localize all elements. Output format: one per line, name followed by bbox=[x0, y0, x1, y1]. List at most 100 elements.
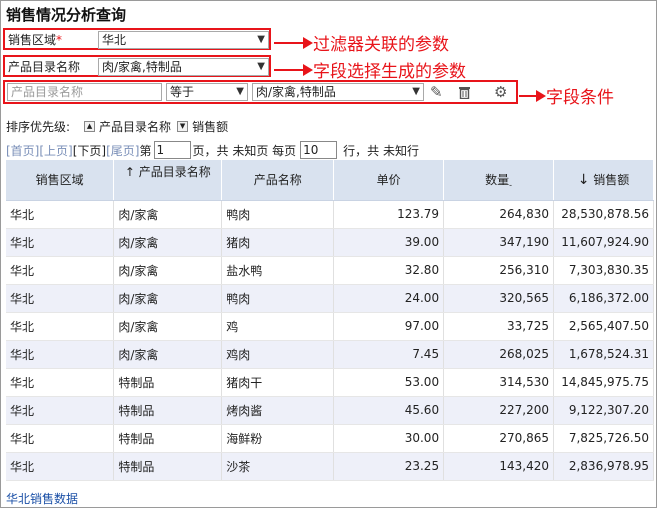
cell-region: 华北 bbox=[6, 256, 115, 285]
cell-region: 华北 bbox=[6, 284, 115, 313]
page-title: 销售情况分析查询 bbox=[6, 6, 127, 24]
cell-category: 特制品 bbox=[113, 424, 223, 453]
column-header-category[interactable]: ↑ 产品目录名称 bbox=[113, 160, 223, 201]
category-filter-row: 产品目录名称 肉/家禽,特制品 ▼ bbox=[3, 55, 271, 77]
table-header-row: 销售区域 ↑ 产品目录名称 产品名称 单价 数量- ↓ 销售额 bbox=[6, 160, 655, 201]
sort-item-category[interactable]: ▲ 产品目录名称 bbox=[84, 118, 171, 135]
cell-price: 23.25 bbox=[333, 452, 445, 481]
pager-prev-link[interactable]: [上页] bbox=[39, 142, 72, 159]
cell-product: 猪肉干 bbox=[221, 368, 335, 397]
cell-price: 24.00 bbox=[333, 284, 445, 313]
cell-product: 鸭肉 bbox=[221, 284, 335, 313]
cell-region: 华北 bbox=[6, 340, 115, 369]
region-filter-row: 销售区域* 华北 ▼ bbox=[3, 28, 271, 50]
column-header-region[interactable]: 销售区域 bbox=[6, 160, 115, 201]
cell-category: 特制品 bbox=[113, 396, 223, 425]
cell-quantity: 143,420 bbox=[443, 452, 554, 481]
cell-price: 39.00 bbox=[333, 228, 445, 257]
cell-quantity: 270,865 bbox=[443, 424, 554, 453]
sort-asc-icon: ▲ bbox=[84, 121, 96, 132]
pager: [首页] [上页] [下页] [尾页] 第 1 页，共 未知页 每页 10 行，… bbox=[6, 141, 419, 159]
sort-priority-row: 排序优先级: ▲ 产品目录名称 ▼ 销售额 bbox=[6, 118, 228, 135]
chevron-down-icon: ▼ bbox=[257, 61, 265, 72]
pager-page-suffix: 页，共 未知页 每页 bbox=[192, 143, 297, 158]
trash-icon[interactable] bbox=[458, 85, 471, 103]
column-header-price[interactable]: 单价 bbox=[333, 160, 445, 201]
cell-amount: 7,825,726.50 bbox=[553, 424, 655, 453]
cell-category: 特制品 bbox=[113, 368, 223, 397]
cell-product: 烤肉酱 bbox=[221, 396, 335, 425]
category-select[interactable]: 肉/家禽,特制品 ▼ bbox=[98, 58, 269, 76]
cell-amount: 11,607,924.90 bbox=[553, 228, 655, 257]
cell-product: 鸭肉 bbox=[221, 200, 335, 229]
pager-last-link[interactable]: [尾页] bbox=[106, 142, 139, 159]
cell-category: 肉/家禽 bbox=[113, 256, 223, 285]
cell-quantity: 347,190 bbox=[443, 228, 554, 257]
cell-category: 肉/家禽 bbox=[113, 200, 223, 229]
pager-next-link[interactable]: [下页] bbox=[73, 142, 106, 159]
cell-amount: 1,678,524.31 bbox=[553, 340, 655, 369]
cell-product: 沙茶 bbox=[221, 452, 335, 481]
pager-size-input[interactable]: 10 bbox=[300, 141, 338, 159]
condition-value-select[interactable]: 肉/家禽,特制品 ▼ bbox=[252, 83, 424, 101]
cell-price: 32.80 bbox=[333, 256, 445, 285]
region-select[interactable]: 华北 ▼ bbox=[98, 31, 269, 49]
column-header-quantity[interactable]: 数量- bbox=[443, 160, 554, 201]
region-filter-label: 销售区域* bbox=[8, 32, 63, 47]
cell-amount: 6,186,372.00 bbox=[553, 284, 655, 313]
cell-amount: 9,122,307.20 bbox=[553, 396, 655, 425]
column-header-product[interactable]: 产品名称 bbox=[221, 160, 335, 201]
cell-product: 海鲜粉 bbox=[221, 424, 335, 453]
cell-quantity: 314,530 bbox=[443, 368, 554, 397]
sort-asc-icon: ↑ bbox=[124, 165, 135, 179]
condition-field-input[interactable]: 产品目录名称 bbox=[7, 83, 162, 101]
cell-product: 鸡肉 bbox=[221, 340, 335, 369]
cell-region: 华北 bbox=[6, 200, 115, 229]
cell-product: 鸡 bbox=[221, 312, 335, 341]
cell-price: 30.00 bbox=[333, 424, 445, 453]
arrow-icon bbox=[274, 63, 313, 76]
cell-region: 华北 bbox=[6, 396, 115, 425]
table-row: 华北 特制品 海鲜粉 30.00 270,865 7,825,726.50 bbox=[6, 424, 655, 453]
table-row: 华北 肉/家禽 鸡肉 7.45 268,025 1,678,524.31 bbox=[6, 340, 655, 369]
table-row: 华北 肉/家禽 鸭肉 123.79 264,830 28,530,878.56 bbox=[6, 200, 655, 229]
annotation-field-param: 字段选择生成的参数 bbox=[274, 57, 466, 82]
footer-link[interactable]: 华北销售数据 bbox=[6, 490, 78, 507]
arrow-icon bbox=[274, 36, 313, 49]
table-row: 华北 肉/家禽鸡 97.00 33,725 2,565,407.50 bbox=[6, 312, 655, 341]
annotation-field-condition: 字段条件 bbox=[519, 83, 614, 108]
field-condition-row: 产品目录名称 等于 ▼ 肉/家禽,特制品 ▼ ✎ ⚙ bbox=[3, 80, 518, 104]
table-row: 华北 特制品 烤肉酱 45.60 227,200 9,122,307.20 bbox=[6, 396, 655, 425]
chevron-down-icon: ▼ bbox=[236, 86, 244, 97]
pager-page-input[interactable]: 1 bbox=[153, 141, 191, 159]
sort-priority-label: 排序优先级: bbox=[6, 120, 71, 134]
cell-amount: 14,845,975.75 bbox=[553, 368, 655, 397]
condition-operator-select[interactable]: 等于 ▼ bbox=[166, 83, 248, 101]
category-filter-label: 产品目录名称 bbox=[8, 59, 81, 74]
table-row: 华北 肉/家禽 猪肉 39.00 347,190 11,607,924.90 bbox=[6, 228, 655, 257]
table-row: 华北 肉/家禽 盐水鸭 32.80 256,310 7,303,830.35 bbox=[6, 256, 655, 285]
pager-first-link[interactable]: [首页] bbox=[6, 142, 39, 159]
gear-icon[interactable]: ⚙ bbox=[494, 83, 507, 101]
arrow-icon bbox=[519, 89, 546, 102]
cell-product: 盐水鸭 bbox=[221, 256, 335, 285]
chevron-down-icon: ▼ bbox=[412, 86, 420, 97]
cell-category: 特制品 bbox=[113, 452, 223, 481]
sales-table: 销售区域 ↑ 产品目录名称 产品名称 单价 数量- ↓ 销售额 华北 肉/家禽 鸭肉… bbox=[6, 160, 655, 481]
cell-quantity: 264,830 bbox=[443, 200, 554, 229]
sort-desc-icon: ▼ bbox=[177, 121, 189, 132]
cell-category: 肉/家禽 bbox=[113, 340, 223, 369]
cell-region: 华北 bbox=[6, 312, 115, 341]
cell-price: 97.00 bbox=[333, 312, 445, 341]
sort-item-amount[interactable]: ▼ 销售额 bbox=[177, 118, 228, 135]
cell-price: 45.60 bbox=[333, 396, 445, 425]
cell-category: 肉/家禽 bbox=[113, 312, 223, 341]
cell-quantity: 320,565 bbox=[443, 284, 554, 313]
cell-region: 华北 bbox=[6, 424, 115, 453]
cell-region: 华北 bbox=[6, 368, 115, 397]
table-row: 华北 肉/家禽 鸭肉 24.00 320,565 6,186,372.00 bbox=[6, 284, 655, 313]
cell-region: 华北 bbox=[6, 228, 115, 257]
pencil-icon[interactable]: ✎ bbox=[430, 83, 443, 101]
column-header-amount[interactable]: ↓ 销售额 bbox=[553, 160, 655, 201]
cell-quantity: 268,025 bbox=[443, 340, 554, 369]
